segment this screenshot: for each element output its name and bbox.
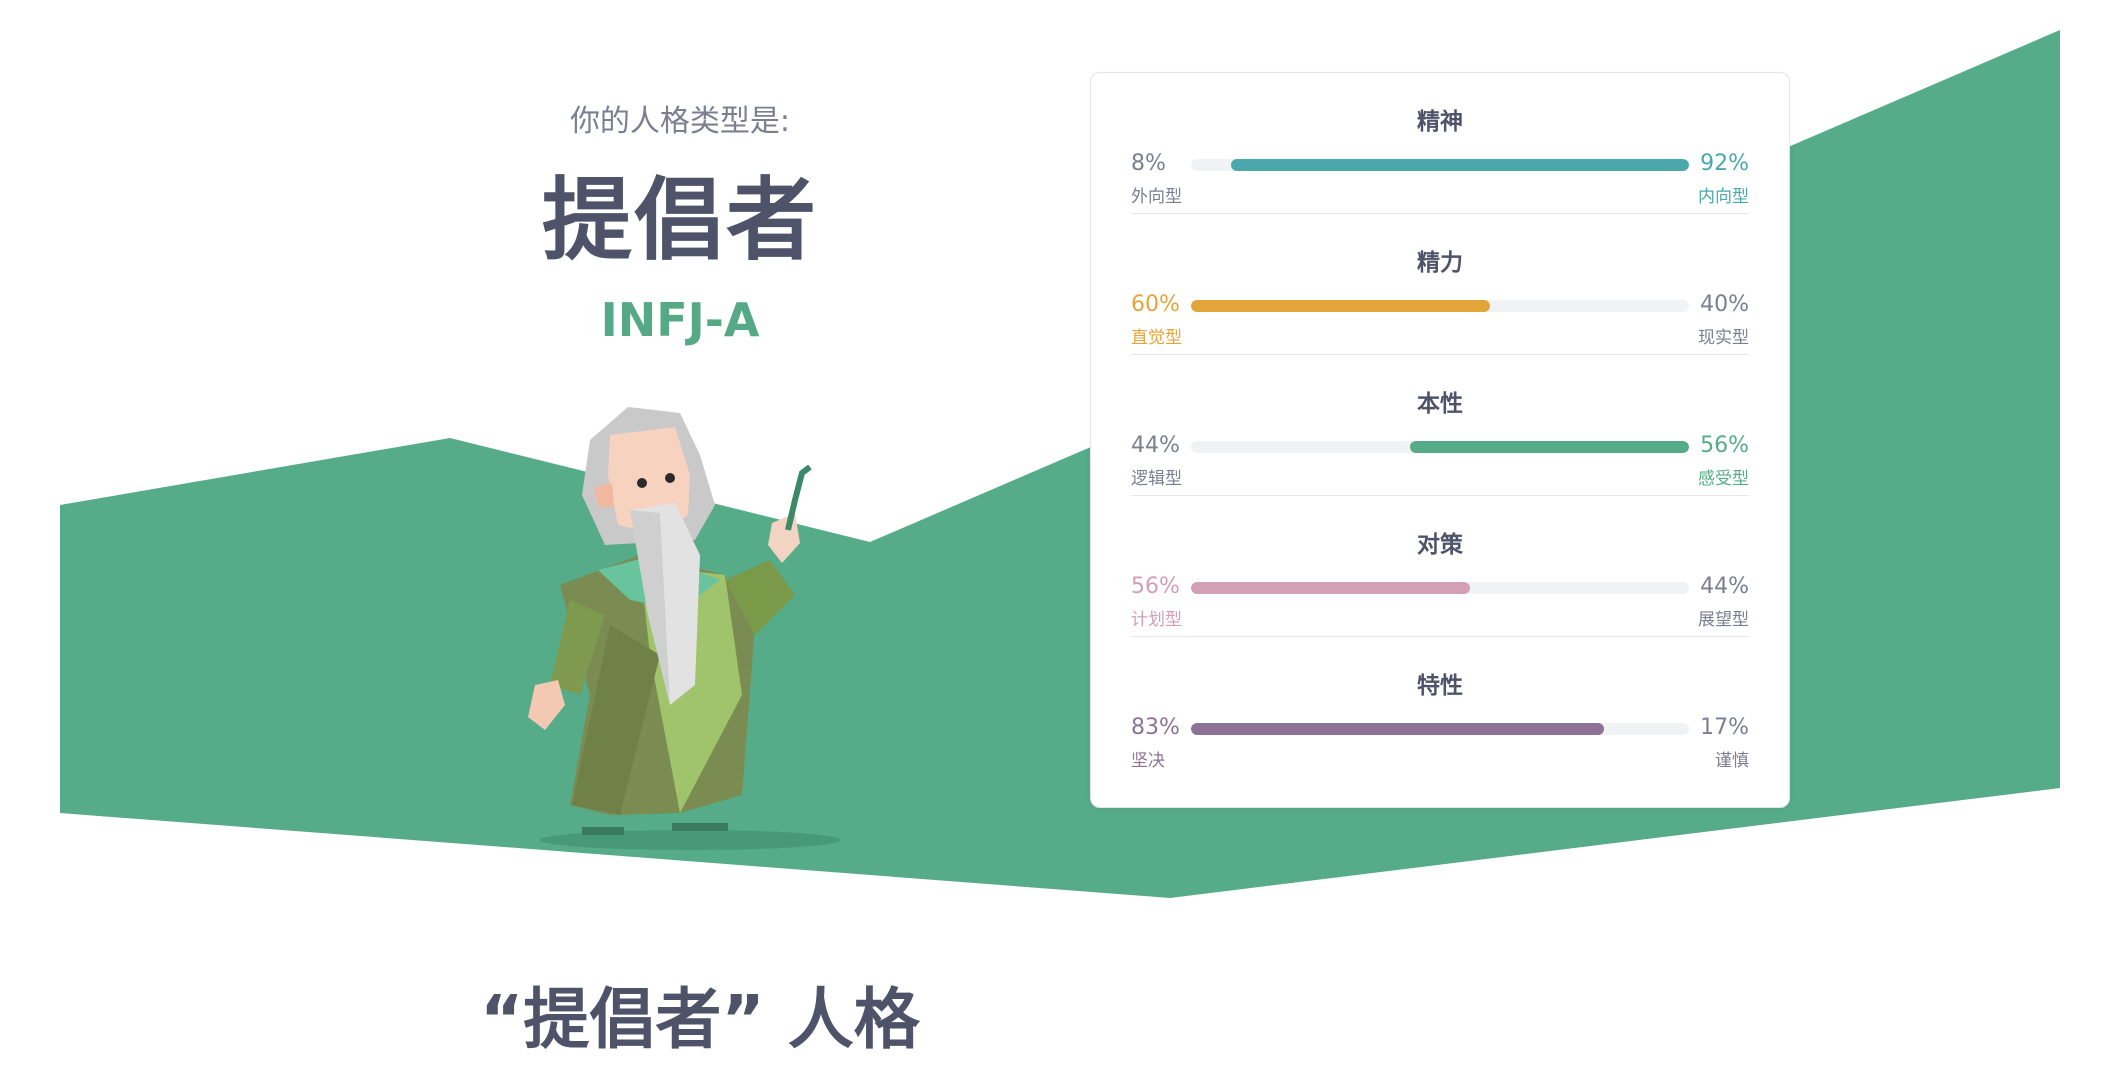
trait-left-label: 直觉型 [1131, 328, 1182, 348]
trait-left-label: 逻辑型 [1131, 469, 1182, 489]
traits-card: 精神 8% 92% 外向型 内向型 精力 60% 40% 直觉型 现实型 本性 … [1090, 72, 1790, 808]
trait-left-label: 计划型 [1131, 610, 1182, 630]
result-intro: 你的人格类型是: 提倡者 INFJ-A [480, 100, 880, 350]
trait-right-percent: 92% [1700, 151, 1749, 176]
trait-title: 精神 [1417, 109, 1463, 135]
trait-bar [1191, 441, 1689, 453]
trait-mind: 精神 8% 92% 外向型 内向型 [1131, 73, 1749, 214]
trait-left-percent: 56% [1131, 574, 1180, 599]
trait-bar-fill [1191, 300, 1490, 312]
trait-bar [1191, 723, 1689, 735]
trait-bar-fill [1410, 441, 1689, 453]
trait-bar-fill [1191, 582, 1470, 594]
trait-left-percent: 83% [1131, 715, 1180, 740]
trait-right-percent: 44% [1700, 574, 1749, 599]
trait-right-label: 展望型 [1698, 610, 1749, 630]
trait-left-percent: 8% [1131, 151, 1166, 176]
character-eye-right [665, 473, 675, 483]
trait-right-percent: 17% [1700, 715, 1749, 740]
trait-identity: 特性 83% 17% 坚决 谨慎 [1131, 637, 1749, 778]
trait-energy: 精力 60% 40% 直觉型 现实型 [1131, 214, 1749, 355]
trait-bar-fill [1191, 723, 1605, 735]
trait-bar [1191, 159, 1689, 171]
trait-left-label: 外向型 [1131, 187, 1182, 207]
character-hand-right [768, 513, 800, 563]
character-foot-left [582, 827, 624, 835]
trait-right-label: 现实型 [1698, 328, 1749, 348]
personality-type-name: 提倡者 [542, 168, 818, 273]
background-band [60, 30, 2060, 898]
intro-prefix: 你的人格类型是: [569, 104, 791, 139]
personality-type-code: INFJ-A [600, 293, 760, 347]
trait-bar-fill [1230, 159, 1689, 171]
trait-right-label: 谨慎 [1715, 751, 1749, 771]
trait-left-percent: 60% [1131, 292, 1180, 317]
trait-right-label: 内向型 [1698, 187, 1749, 207]
trait-nature: 本性 44% 56% 逻辑型 感受型 [1131, 355, 1749, 496]
trait-tactics: 对策 56% 44% 计划型 展望型 [1131, 496, 1749, 637]
sage-character-icon [528, 407, 840, 850]
trait-bar [1191, 582, 1689, 594]
character-foot-right [672, 823, 728, 831]
trait-right-percent: 40% [1700, 292, 1749, 317]
character-hand-left [528, 680, 565, 730]
section-title: “提倡者” 人格 [480, 981, 920, 1058]
trait-bar [1191, 300, 1689, 312]
trait-left-label: 坚决 [1131, 751, 1165, 771]
trait-right-label: 感受型 [1698, 469, 1749, 489]
trait-title: 特性 [1417, 673, 1463, 699]
character-wand [785, 464, 812, 531]
character-eye-left [637, 478, 647, 488]
trait-title: 本性 [1417, 391, 1463, 417]
trait-title: 精力 [1417, 250, 1463, 276]
trait-left-percent: 44% [1131, 433, 1180, 458]
trait-right-percent: 56% [1700, 433, 1749, 458]
trait-title: 对策 [1417, 532, 1463, 558]
